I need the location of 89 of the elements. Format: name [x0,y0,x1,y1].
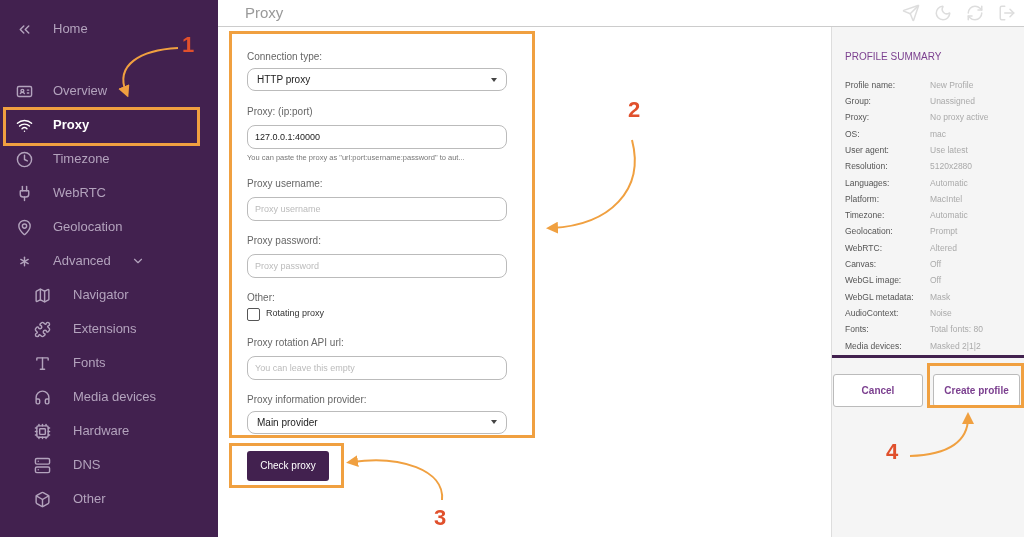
field-label: Proxy information provider: [247,392,368,407]
annotation-arrow [909,412,974,457]
nav-item[interactable]: Other [0,482,218,516]
chip-icon [34,422,51,440]
field-label: Connection type: [247,50,324,64]
summary-label: WebRTC: [845,241,883,255]
nav-item[interactable]: DNS [0,448,218,482]
refresh-icon[interactable] [966,4,984,22]
summary-value: Use latest [930,143,968,157]
input-field[interactable]: Proxy username [247,197,507,222]
clock-icon [16,150,33,168]
annotation-number: 4 [886,441,899,463]
summary-label: Geolocation: [845,225,894,239]
puzzle-icon [34,320,51,338]
map-pin-icon [16,218,33,236]
input-field[interactable]: 127.0.0.1:40000 [247,125,507,149]
summary-label: WebGL metadata: [845,290,915,304]
summary-label: User agent: [845,143,890,157]
annotation-number: 1 [182,34,195,56]
summary-label: Proxy: [845,111,871,125]
summary-value: Automatic [930,176,968,190]
summary-label: Media devices: [845,339,903,353]
create-profile-button[interactable]: Create profile [933,374,1020,408]
summary-label: OS: [845,127,861,141]
summary-value: Masked 2|1|2 [930,339,981,353]
home-link[interactable]: Home [16,12,88,46]
summary-value: Off [930,274,942,288]
summary-value: Noise [930,306,952,320]
field-label: Proxy password: [247,234,322,249]
check-proxy-button[interactable]: Check proxy [247,450,329,481]
nav-item[interactable]: Fonts [0,346,218,380]
field-label: Proxy rotation API url: [247,335,345,350]
field-label: Proxy username: [247,177,324,192]
summary-value: New Profile [930,78,974,92]
summary-label: Timezone: [845,209,886,222]
nav-item[interactable]: Overview [0,74,218,108]
summary-value: Prompt [930,225,958,239]
nav-item[interactable]: Hardware [0,414,218,448]
logout-icon[interactable] [998,4,1016,22]
page-title: Proxy [245,2,284,23]
nav-item[interactable]: WebRTC [0,176,218,210]
cancel-button[interactable]: Cancel [833,374,923,408]
summary-label: Group: [845,95,872,108]
summary-value: Off [930,258,942,271]
summary-value: MacIntel [930,192,963,206]
field-label: Proxy: (ip:port) [247,105,314,119]
summary-title: PROFILE SUMMARY [844,50,943,64]
summary-value: Total fonts: 80 [930,323,983,336]
summary-value: Automatic [930,209,968,222]
map-icon [34,286,51,304]
moon-icon[interactable] [934,4,952,22]
annotation-number: 2 [628,99,641,121]
nav-item[interactable]: Navigator [0,278,218,312]
summary-label: Platform: [845,192,880,206]
summary-value: 5120x2880 [930,160,973,173]
caret-icon [491,77,497,82]
summary-label: Canvas: [845,258,878,271]
input-field[interactable]: You can leave this empty [247,355,507,380]
nav-item[interactable]: Extensions [0,312,218,346]
field-label: Other: [247,291,276,306]
summary-value: mac [930,127,947,141]
checkbox[interactable] [247,307,260,321]
nav-item[interactable]: Advanced [0,244,218,278]
letter-icon [34,354,51,372]
summary-label: Languages: [845,176,891,190]
annotation-number: 3 [434,507,447,529]
input-field[interactable]: Proxy password [247,254,507,279]
summary-label: Fonts: [845,323,870,336]
summary-label: AudioContext: [845,306,900,320]
summary-label: Resolution: [845,160,889,173]
checkbox-label: Rotating proxy [266,307,325,321]
summary-value: Altered [930,241,957,255]
nav-item[interactable]: Geolocation [0,210,218,244]
headphones-icon [34,388,51,406]
summary-value: Unassigned [930,95,975,108]
nav-item[interactable]: Proxy [0,108,218,142]
caret-icon [491,420,497,425]
annotation-arrow [118,47,179,98]
cube-icon [34,490,51,508]
dropdown[interactable]: Main provider [247,410,507,434]
summary-value: Mask [930,290,951,304]
summary-label: Profile name: [845,78,897,92]
dropdown[interactable]: HTTP proxy [247,68,507,91]
summary-label: WebGL image: [845,274,903,288]
server-icon [34,456,51,474]
nav-item[interactable]: Media devices [0,380,218,414]
send-icon[interactable] [902,4,920,22]
nav-item[interactable]: Timezone [0,142,218,176]
summary-value: No proxy active [930,111,989,125]
